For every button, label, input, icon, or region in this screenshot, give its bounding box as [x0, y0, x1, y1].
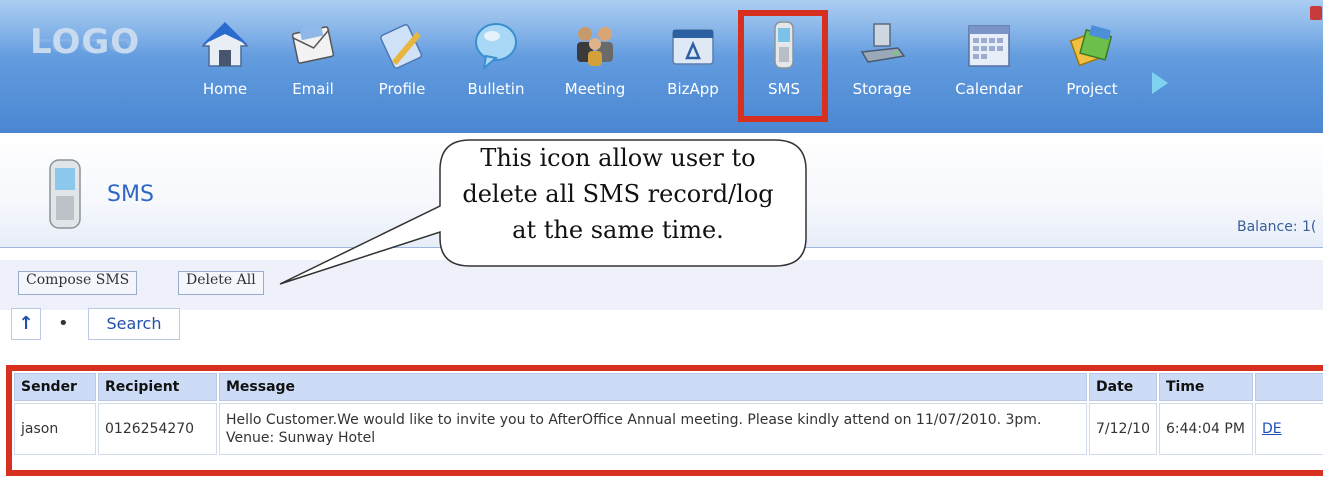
delete-row-link[interactable]: DE	[1262, 421, 1282, 437]
callout-line: This icon allow user to	[480, 144, 756, 172]
callout-line: at the same time.	[512, 216, 724, 244]
nav-label-email: Email	[292, 80, 334, 98]
nav-item-profile[interactable]: Profile	[372, 20, 432, 98]
sms-balance: Balance: 1(	[1237, 219, 1317, 235]
nav-label-project: Project	[1066, 80, 1118, 98]
nav-item-email[interactable]: Email	[283, 20, 343, 98]
nav-item-calendar[interactable]: Calendar	[949, 20, 1029, 98]
corner-flag-icon	[1310, 6, 1322, 20]
search-button[interactable]: Search	[88, 308, 180, 340]
nav-item-home[interactable]: Home	[195, 20, 255, 98]
column-header-time[interactable]: Time	[1158, 373, 1253, 401]
callout-line: delete all SMS record/log	[462, 180, 774, 208]
sms-table-highlight-frame: Sender Recipient Message Date Time jason…	[6, 365, 1323, 476]
callout-text: This icon allow user to delete all SMS r…	[440, 140, 796, 248]
cell-sender: jason	[14, 403, 96, 455]
delete-all-button[interactable]: Delete All	[178, 271, 264, 295]
column-header-recipient[interactable]: Recipient	[98, 373, 217, 401]
compose-sms-button[interactable]: Compose SMS	[18, 271, 138, 295]
bizapp-icon	[672, 29, 714, 65]
sms-table: Sender Recipient Message Date Time jason…	[12, 371, 1323, 457]
nav-label-bizapp: BizApp	[667, 80, 719, 98]
meeting-icon	[577, 27, 613, 66]
table-header-row: Sender Recipient Message Date Time	[14, 373, 1323, 401]
nav-item-bulletin[interactable]: Bulletin	[463, 20, 529, 98]
column-header-message[interactable]: Message	[219, 373, 1087, 401]
cell-date: 7/12/10	[1089, 403, 1157, 455]
nav-label-bulletin: Bulletin	[467, 80, 525, 98]
chevron-right-icon[interactable]	[1152, 72, 1168, 94]
separator-dot: •	[58, 313, 69, 334]
nav-item-meeting[interactable]: Meeting	[560, 20, 630, 98]
sort-up-button[interactable]: ↑	[11, 308, 41, 340]
cell-recipient: 0126254270	[98, 403, 217, 455]
nav-label-home: Home	[202, 80, 248, 98]
profile-icon	[380, 24, 423, 69]
sms-page-icon	[49, 159, 81, 229]
nav-label-storage: Storage	[852, 80, 912, 98]
nav-item-storage[interactable]: Storage	[847, 20, 917, 98]
bulletin-icon	[475, 23, 517, 71]
column-header-action	[1254, 373, 1323, 401]
email-icon	[291, 23, 335, 64]
table-row: jason 0126254270 Hello Customer.We would…	[14, 403, 1323, 455]
sms-highlight-frame	[738, 10, 828, 122]
calendar-icon	[968, 25, 1010, 67]
storage-icon	[860, 23, 906, 63]
column-header-sender[interactable]: Sender	[14, 373, 96, 401]
nav-label-profile: Profile	[378, 80, 426, 98]
page-title: SMS	[107, 182, 154, 207]
cell-message: Hello Customer.We would like to invite y…	[219, 403, 1087, 455]
nav-label-meeting: Meeting	[564, 80, 626, 98]
project-icon	[1069, 25, 1113, 67]
column-header-date[interactable]: Date	[1089, 373, 1157, 401]
nav-label-calendar: Calendar	[955, 80, 1023, 98]
cell-action: DE	[1254, 403, 1323, 455]
nav-item-bizapp[interactable]: BizApp	[660, 20, 726, 98]
cell-time: 6:44:04 PM	[1158, 403, 1253, 455]
home-icon	[201, 22, 249, 67]
nav-item-project[interactable]: Project	[1059, 20, 1125, 98]
app-logo-reflection: LOGO	[30, 34, 137, 56]
